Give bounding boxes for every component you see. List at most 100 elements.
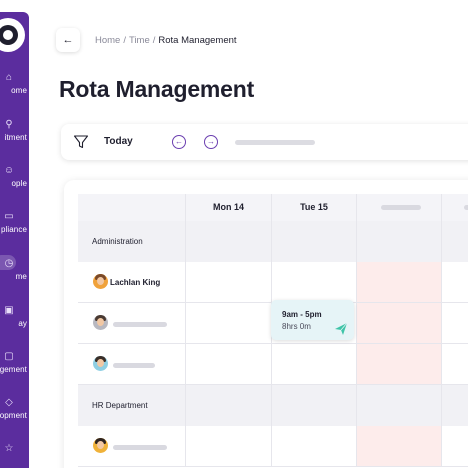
breadcrumb-home[interactable]: Home xyxy=(95,35,120,46)
employee-row: Lachlan King xyxy=(78,262,468,303)
employee-cell[interactable] xyxy=(78,303,185,343)
group-cell xyxy=(185,221,271,262)
logo[interactable] xyxy=(0,18,25,52)
group-cell xyxy=(441,221,468,262)
star-icon: ☆ xyxy=(4,443,14,454)
rota-header-row: Mon 14 Tue 15 xyxy=(78,194,468,221)
sidebar-item-label: me xyxy=(15,272,27,281)
today-button[interactable]: Today xyxy=(104,136,133,147)
clock-icon: ◷ xyxy=(4,258,14,269)
shift-cell[interactable] xyxy=(185,303,271,343)
avatar xyxy=(93,315,108,330)
sidebar-item-favourites[interactable]: ☆ xyxy=(0,443,29,468)
shift-hours: 8hrs 0m xyxy=(282,322,311,331)
avatar xyxy=(93,356,108,371)
group-cell xyxy=(441,385,468,426)
sidebar-item-recruitment[interactable]: ⚲ itment xyxy=(0,119,29,149)
group-cell xyxy=(185,385,271,426)
send-icon[interactable] xyxy=(334,322,348,336)
sidebar-item-label: ay xyxy=(18,319,27,328)
column-header-placeholder xyxy=(464,205,468,210)
group-cell xyxy=(356,385,441,426)
employee-name-placeholder xyxy=(113,363,155,368)
group-cell xyxy=(271,385,356,426)
column-header-wed xyxy=(356,194,441,221)
sidebar-item-pay[interactable]: ▣ ay xyxy=(0,305,29,335)
breadcrumb: Home / Time / Rota Management xyxy=(95,35,237,46)
sidebar-item-label: ople xyxy=(11,179,27,188)
sidebar-item-label: pliance xyxy=(0,225,27,234)
sidebar-item-label: gement xyxy=(0,365,27,374)
sidebar-item-people[interactable]: ☺ ople xyxy=(0,165,29,195)
column-header-tue: Tue 15 xyxy=(271,194,356,221)
search-icon: ⚲ xyxy=(5,119,13,130)
people-icon: ☺ xyxy=(3,165,15,176)
sidebar-item-home[interactable]: ⌂ ome xyxy=(0,72,29,102)
employee-name-placeholder xyxy=(113,445,167,450)
group-cell xyxy=(271,221,356,262)
shift-time: 9am - 5pm xyxy=(282,310,322,319)
group-label: Administration xyxy=(92,237,143,246)
sidebar-item-development[interactable]: ◇ opment xyxy=(0,397,29,427)
sidebar-item-time[interactable]: ◷ me xyxy=(0,255,29,288)
shift-cell-unavailable[interactable] xyxy=(356,426,441,466)
shift-cell[interactable] xyxy=(271,262,356,302)
breadcrumb-separator: / xyxy=(123,35,126,46)
employee-name-placeholder xyxy=(113,322,167,327)
column-header-placeholder xyxy=(381,205,421,210)
avatar xyxy=(93,274,108,289)
previous-week-button[interactable]: ← xyxy=(172,135,186,149)
group-row: HR Department xyxy=(78,385,468,426)
filter-bar: Today ← → xyxy=(61,124,468,160)
shift-cell[interactable] xyxy=(185,344,271,384)
sidebar-item-label: ome xyxy=(11,86,27,95)
home-icon: ⌂ xyxy=(5,72,13,83)
sidebar-item-label: opment xyxy=(0,411,27,420)
column-header-mon: Mon 14 xyxy=(185,194,271,221)
chat-icon: ▢ xyxy=(4,351,14,362)
employee-row xyxy=(78,344,468,385)
employee-row xyxy=(78,426,468,467)
shift-cell[interactable] xyxy=(441,303,468,343)
sidebar-item-compliance[interactable]: ▭ pliance xyxy=(0,211,29,241)
sidebar-item-label: itment xyxy=(4,133,27,142)
rota-card: Mon 14 Tue 15 Administration Lachlan Kin… xyxy=(64,180,468,468)
shift-cell[interactable] xyxy=(271,426,356,466)
folder-icon: ▭ xyxy=(4,211,14,222)
shift-cell[interactable] xyxy=(271,344,356,384)
arrow-left-icon: ← xyxy=(175,137,183,146)
sidebar-item-engagement[interactable]: ▢ gement xyxy=(0,351,29,381)
employee-name: Lachlan King xyxy=(110,278,161,287)
next-week-button[interactable]: → xyxy=(204,135,218,149)
shift-cell-unavailable[interactable] xyxy=(356,262,441,302)
arrow-left-icon: ← xyxy=(62,34,74,46)
arrow-right-icon: → xyxy=(207,137,215,146)
column-header-thu xyxy=(441,194,468,221)
breadcrumb-separator: / xyxy=(152,35,156,46)
sidebar: ⌂ ome ⚲ itment ☺ ople ▭ pliance ◷ me ▣ a… xyxy=(0,12,29,468)
graduation-icon: ◇ xyxy=(5,397,13,408)
group-cell xyxy=(356,221,441,262)
filter-icon[interactable] xyxy=(73,134,89,150)
date-range-placeholder xyxy=(235,140,315,145)
wallet-icon: ▣ xyxy=(4,305,14,316)
shift-chip[interactable]: 9am - 5pm 8hrs 0m xyxy=(271,300,354,340)
back-button[interactable]: ← xyxy=(56,28,80,52)
breadcrumb-time[interactable]: Time xyxy=(129,35,150,46)
avatar xyxy=(93,438,108,453)
employee-cell[interactable] xyxy=(78,344,185,384)
group-label: HR Department xyxy=(92,401,148,410)
shift-cell[interactable] xyxy=(441,262,468,302)
breadcrumb-current: Rota Management xyxy=(158,35,237,46)
shift-cell[interactable] xyxy=(185,426,271,466)
page-title: Rota Management xyxy=(59,76,255,102)
shift-cell-unavailable[interactable] xyxy=(356,303,441,343)
shift-cell[interactable] xyxy=(441,426,468,466)
shift-cell[interactable] xyxy=(185,262,271,302)
employee-cell[interactable]: Lachlan King xyxy=(78,262,185,302)
shift-cell-unavailable[interactable] xyxy=(356,344,441,384)
shift-cell[interactable] xyxy=(441,344,468,384)
group-row: Administration xyxy=(78,221,468,262)
header-cell-employee xyxy=(78,194,185,221)
employee-cell[interactable] xyxy=(78,426,185,466)
